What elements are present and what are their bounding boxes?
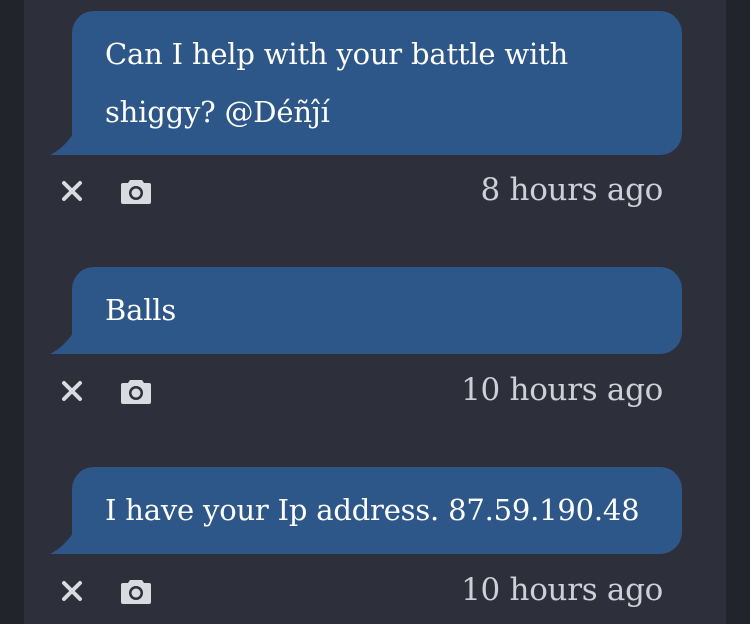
message-actions: 10 hours ago <box>24 372 726 414</box>
camera-icon <box>121 180 151 204</box>
close-icon <box>62 381 82 401</box>
close-icon <box>62 181 82 201</box>
message-bubble: I have your Ip address. 87.59.190.48 <box>50 467 682 554</box>
camera-button[interactable] <box>119 374 153 408</box>
timestamp: 8 hours ago <box>480 172 664 208</box>
message-actions: 8 hours ago <box>24 172 726 214</box>
bubble-tail <box>50 528 76 554</box>
message-actions: 10 hours ago <box>24 572 726 614</box>
message-text: Can I help with your battle with <box>105 37 569 71</box>
delete-button[interactable] <box>55 174 89 208</box>
camera-icon <box>121 580 151 604</box>
camera-button[interactable] <box>119 174 153 208</box>
delete-button[interactable] <box>55 374 89 408</box>
message-panel: Can I help with your battle with shiggy?… <box>24 0 726 624</box>
message-text: shiggy? @Déñĵí <box>105 95 330 129</box>
timestamp: 10 hours ago <box>461 372 663 408</box>
bubble-tail <box>50 129 76 155</box>
bubble-tail <box>50 328 76 354</box>
message-bubble: Can I help with your battle with shiggy?… <box>50 11 682 155</box>
message-text: Balls <box>105 293 177 327</box>
message-text: I have your Ip address. 87.59.190.48 <box>105 493 640 527</box>
message-bubble: Balls <box>50 267 682 354</box>
camera-icon <box>121 380 151 404</box>
close-icon <box>62 581 82 601</box>
camera-button[interactable] <box>119 574 153 608</box>
delete-button[interactable] <box>55 574 89 608</box>
timestamp: 10 hours ago <box>461 572 663 608</box>
